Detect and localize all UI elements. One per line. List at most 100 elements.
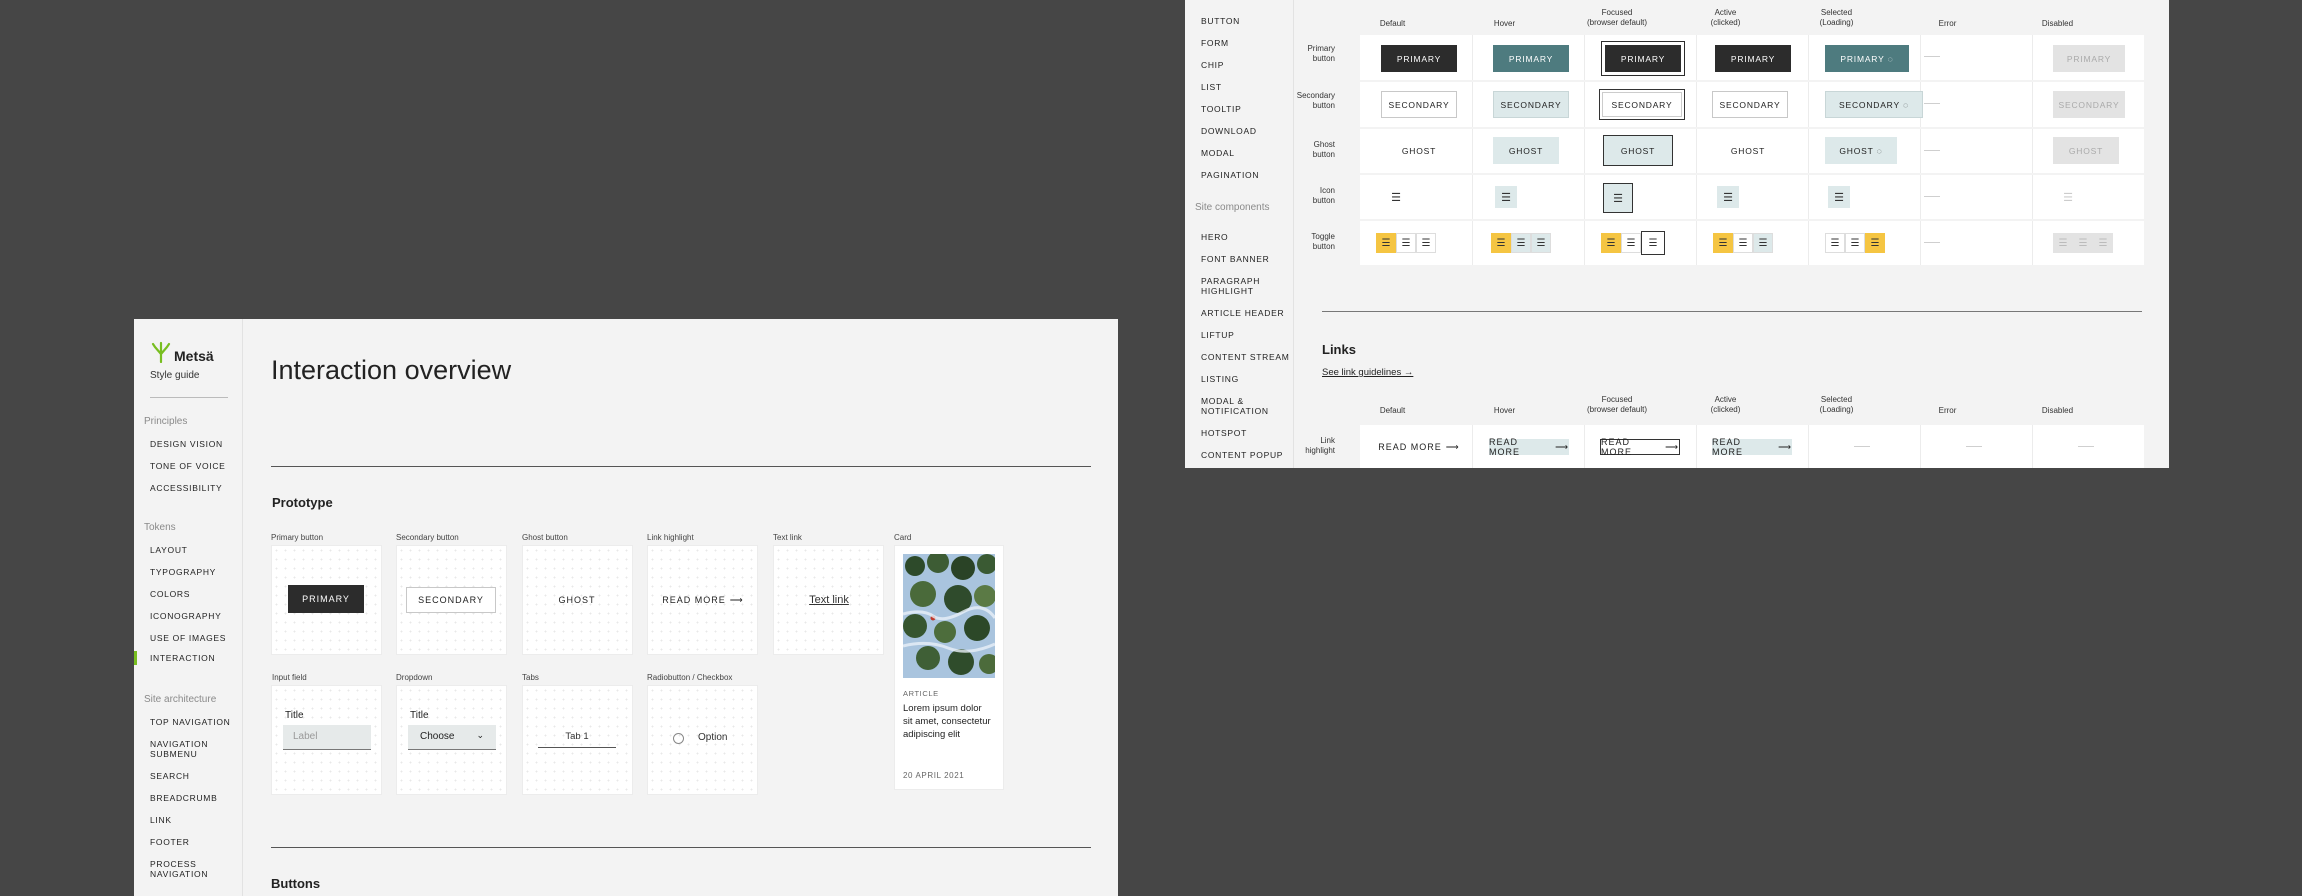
toggle-icon[interactable]: ☰ [1825, 233, 1845, 253]
primary-selected-button[interactable]: PRIMARY ◌ [1825, 45, 1909, 72]
nav-item-layout[interactable]: LAYOUT [134, 545, 242, 555]
secondary-button[interactable]: SECONDARY [406, 587, 496, 613]
primary-default-button[interactable]: PRIMARY [1381, 45, 1457, 72]
nav-item-typography[interactable]: TYPOGRAPHY [134, 567, 242, 577]
nav-item-footer[interactable]: FOOTER [134, 837, 242, 847]
read-more-label: READ MORE [1378, 442, 1442, 452]
metsa-logo[interactable]: Metsä [150, 341, 214, 363]
error-dash [1966, 446, 1982, 447]
secondary-selected-button[interactable]: SECONDARY ◌ [1825, 91, 1923, 118]
toggle-icon[interactable]: ☰ [1845, 233, 1865, 253]
menu-icon[interactable]: ☰ [1828, 186, 1850, 208]
nav-item-listing[interactable]: LISTING [1185, 374, 1293, 384]
toggle-icon[interactable]: ☰ [1621, 233, 1641, 253]
error-dash [1924, 150, 1940, 151]
toggle-icon[interactable]: ☰ [1641, 231, 1665, 255]
toggle-icon[interactable]: ☰ [1733, 233, 1753, 253]
primary-focused-button[interactable]: PRIMARY [1601, 41, 1685, 76]
link-col-head-selected: Selected (Loading) [1819, 395, 1854, 414]
nav-item-top-navigation[interactable]: TOP NAVIGATION [134, 717, 242, 727]
toggle-icon[interactable]: ☰ [1511, 233, 1531, 253]
nav-item-font-banner[interactable]: FONT BANNER [1185, 254, 1293, 264]
menu-icon[interactable]: ☰ [1495, 186, 1517, 208]
nav-item-design-vision[interactable]: DESIGN VISION [134, 439, 242, 449]
nav-item-chip[interactable]: CHIP [1185, 60, 1293, 70]
ghost-button[interactable]: GHOST [537, 587, 617, 613]
tile-label-input: Input field [272, 673, 307, 682]
read-more-focused-link[interactable]: READ MORE ⟶ [1600, 437, 1680, 457]
article-card[interactable]: ARTICLE Lorem ipsum dolor sit amet, cons… [894, 545, 1004, 790]
toggle-icon[interactable]: ☰ [1753, 233, 1773, 253]
nav-item-modal[interactable]: MODAL [1185, 148, 1293, 158]
menu-icon[interactable]: ☰ [1717, 186, 1739, 208]
primary-button[interactable]: PRIMARY [288, 585, 364, 613]
nav-item-tooltip[interactable]: TOOLTIP [1185, 104, 1293, 114]
nav-item-paragraph-highlight[interactable]: PARAGRAPH HIGHLIGHT [1185, 276, 1271, 296]
label-input[interactable]: Label [283, 725, 371, 750]
toggle-icon[interactable]: ☰ [1416, 233, 1436, 253]
ghost-hover-button[interactable]: GHOST [1493, 137, 1559, 164]
nav-item-use-of-images[interactable]: USE OF IMAGES [134, 633, 242, 643]
nav-group-tokens: Tokens [144, 522, 176, 533]
primary-hover-button[interactable]: PRIMARY [1493, 45, 1569, 72]
nav-item-form[interactable]: FORM [1185, 38, 1293, 48]
nav-item-hero[interactable]: HERO [1185, 232, 1293, 242]
tile-secondary-button: SECONDARY [396, 545, 507, 655]
nav-item-interaction[interactable]: INTERACTION [134, 651, 242, 665]
choose-dropdown[interactable]: Choose ⌄ [408, 725, 496, 750]
nav-item-breadcrumb[interactable]: BREADCRUMB [134, 793, 242, 803]
dropdown-title: Title [410, 710, 429, 721]
toggle-icon[interactable]: ☰ [1601, 233, 1621, 253]
tab-1[interactable]: Tab 1 [538, 731, 616, 748]
secondary-default-button[interactable]: SECONDARY [1381, 91, 1457, 118]
toggle-icon[interactable]: ☰ [1531, 233, 1551, 253]
nav-item-iconography[interactable]: ICONOGRAPHY [134, 611, 242, 621]
nav-item-list[interactable]: LIST [1185, 82, 1293, 92]
tile-radio-checkbox: Option [647, 685, 758, 795]
nav-item-accessibility[interactable]: ACCESSIBILITY [134, 483, 242, 493]
read-more-label: READ MORE [1489, 437, 1520, 457]
read-more-default-link[interactable]: READ MORE ⟶ [1377, 439, 1461, 455]
nav-item-download[interactable]: DOWNLOAD [1185, 126, 1293, 136]
link-guidelines[interactable]: See link guidelines → [1322, 367, 1413, 378]
nav-item-colors[interactable]: COLORS [134, 589, 242, 599]
secondary-hover-button[interactable]: SECONDARY [1493, 91, 1569, 118]
nav-item-button[interactable]: BUTTON [1185, 16, 1293, 26]
ghost-focused-button[interactable]: GHOST [1603, 135, 1673, 166]
read-more-active-link[interactable]: READ MORE ⟶ [1712, 437, 1792, 457]
nav-item-hotspot[interactable]: HOTSPOT [1185, 428, 1293, 438]
brand-name: Metsä [174, 348, 214, 364]
toggle-icon[interactable]: ☰ [1396, 233, 1416, 253]
ghost-selected-button[interactable]: GHOST ◌ [1825, 137, 1897, 164]
ghost-default-button[interactable]: GHOST [1381, 137, 1457, 164]
primary-active-button[interactable]: PRIMARY [1715, 45, 1791, 72]
nav-item-search[interactable]: SEARCH [134, 771, 242, 781]
nav-item-link[interactable]: LINK [134, 815, 242, 825]
read-more-link[interactable]: READ MORE ⟶ [658, 587, 748, 613]
arrow-right-icon: ⟶ [729, 594, 744, 605]
ghost-active-button[interactable]: GHOST [1715, 137, 1781, 164]
toggle-icon[interactable]: ☰ [1376, 233, 1396, 253]
toggle-icon[interactable]: ☰ [1713, 233, 1733, 253]
nav-item-article-header[interactable]: ARTICLE HEADER [1185, 308, 1293, 318]
toggle-icon[interactable]: ☰ [1865, 233, 1885, 253]
nav-item-tone-of-voice[interactable]: TONE OF VOICE [134, 461, 242, 471]
secondary-active-button[interactable]: SECONDARY [1712, 91, 1788, 118]
nav-item-navigation-submenu[interactable]: NAVIGATION SUBMENU [134, 739, 220, 759]
menu-icon[interactable]: ☰ [1385, 186, 1407, 208]
dropdown-value: Choose [420, 731, 455, 742]
menu-icon[interactable]: ☰ [1603, 183, 1633, 213]
toggle-icon[interactable]: ☰ [1491, 233, 1511, 253]
nav-item-pagination[interactable]: PAGINATION [1185, 170, 1293, 180]
radio-button[interactable] [673, 733, 684, 744]
nav-item-content-popup[interactable]: CONTENT POPUP [1185, 450, 1293, 460]
tile-label-text-link: Text link [773, 533, 802, 542]
nav-item-content-stream[interactable]: CONTENT STREAM [1185, 352, 1293, 362]
menu-icon: ☰ [2063, 191, 2073, 204]
read-more-hover-link[interactable]: READ MORE ⟶ [1489, 437, 1569, 457]
nav-item-process-navigation[interactable]: PROCESS NAVIGATION [134, 859, 220, 879]
secondary-focused-button[interactable]: SECONDARY [1599, 89, 1685, 120]
text-link[interactable]: Text link [784, 587, 874, 613]
nav-item-liftup[interactable]: LIFTUP [1185, 330, 1293, 340]
nav-item-modal-notification[interactable]: MODAL & NOTIFICATION [1185, 396, 1271, 416]
